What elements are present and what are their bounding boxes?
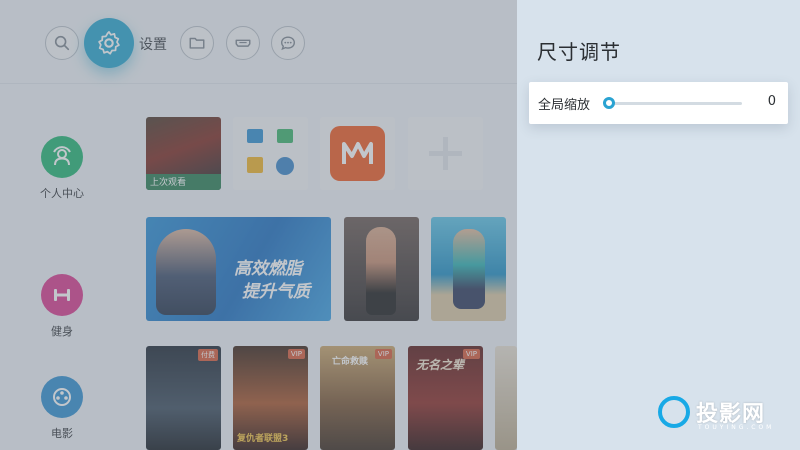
messages-button[interactable] (271, 26, 305, 60)
movie-badge: VIP (287, 349, 305, 359)
movie-poster-tile[interactable]: VIP 复仇者联盟3 (233, 346, 308, 450)
top-bar: 设置 (0, 0, 517, 84)
files-icon (247, 157, 263, 173)
recent-label: 上次观看 (150, 178, 187, 188)
mail-icon (277, 129, 293, 143)
folder-icon (189, 37, 205, 49)
watermark-logo-icon (658, 396, 690, 428)
panel-title: 尺寸调节 (537, 40, 621, 64)
hdmi-icon (235, 39, 251, 47)
film-reel-icon (41, 376, 83, 418)
movie-badge: VIP (374, 349, 392, 359)
sidebar-item-label: 个人中心 (40, 187, 84, 200)
fitness-video-tile[interactable] (431, 217, 506, 321)
plus-icon (429, 137, 462, 170)
user-center-icon (41, 136, 83, 178)
banner-line-1: 高效燃脂 (234, 259, 302, 279)
file-manager-button[interactable] (180, 26, 214, 60)
fitness-banner-tile[interactable]: 高效燃脂 提升气质 (146, 217, 331, 321)
fitness-model-image (156, 229, 216, 315)
movie-poster-tile[interactable]: VIP 无名之辈 (408, 346, 483, 450)
size-adjust-panel: 尺寸调节 全局缩放 0 (517, 0, 800, 450)
movie-poster-tile[interactable]: VIP 亡命救赎 (320, 346, 395, 450)
settings-button[interactable] (84, 18, 134, 68)
movie-title: 无名之辈 (416, 358, 465, 372)
more-apps-icon (276, 157, 294, 175)
sidebar-item-user-center[interactable]: 个人中心 (34, 136, 90, 201)
home-screen: 设置 个人中心 健身 电影 上次观看 高效燃脂 提升气质 付费 VIP 复仇者联… (0, 0, 517, 450)
add-app-tile[interactable] (408, 117, 483, 190)
movie-poster-tile[interactable]: 付费 (146, 346, 221, 450)
movie-poster-tile[interactable] (495, 346, 517, 450)
global-scale-value: 0 (767, 94, 776, 109)
movie-badge: 付费 (198, 349, 218, 361)
global-scale-row[interactable]: 全局缩放 0 (529, 82, 788, 124)
site-watermark: 投影网 TOUYING.COM (656, 394, 786, 434)
watermark-subtext: TOUYING.COM (698, 424, 775, 431)
search-icon (54, 35, 70, 51)
recent-watch-tile[interactable]: 上次观看 (146, 117, 221, 190)
settings-label: 设置 (139, 37, 167, 53)
sidebar-item-fitness[interactable]: 健身 (34, 274, 90, 339)
global-scale-slider-track[interactable] (609, 102, 742, 105)
banner-line-2: 提升气质 (242, 282, 310, 302)
sidebar-item-label: 电影 (51, 427, 73, 440)
fitness-video-image (366, 227, 396, 315)
chat-icon (281, 36, 295, 51)
shopping-bag-icon (247, 129, 263, 143)
sidebar-item-movies[interactable]: 电影 (34, 376, 90, 441)
dumbbell-icon (41, 274, 83, 316)
gear-icon (98, 31, 120, 55)
sidebar-item-label: 健身 (51, 325, 73, 338)
movie-title: 复仇者联盟3 (237, 434, 289, 444)
app-store-tile[interactable] (233, 117, 308, 190)
signal-source-button[interactable] (226, 26, 260, 60)
movie-badge: VIP (462, 349, 480, 359)
global-scale-slider-knob[interactable] (603, 97, 615, 109)
mango-tv-tile[interactable] (320, 117, 395, 190)
global-scale-label: 全局缩放 (538, 98, 591, 113)
fitness-video-image (453, 229, 485, 309)
search-button[interactable] (45, 26, 79, 60)
fitness-video-tile[interactable] (344, 217, 419, 321)
mango-tv-icon (330, 126, 385, 181)
movie-title: 亡命救赎 (332, 357, 369, 367)
